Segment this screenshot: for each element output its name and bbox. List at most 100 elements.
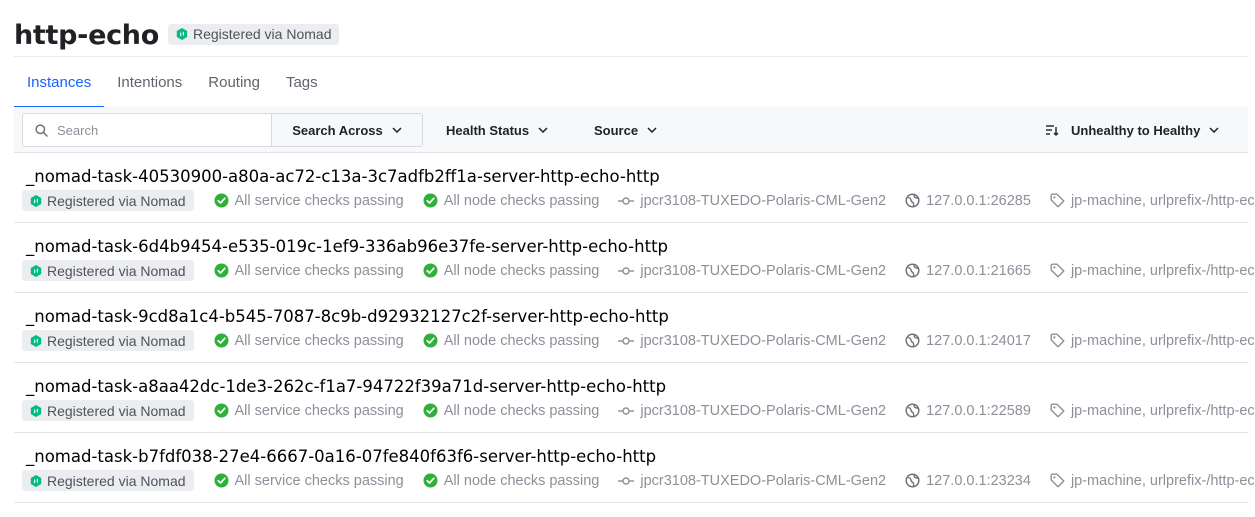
nomad-icon	[30, 404, 42, 417]
instance-tags: jp-machine, urlprefix-/http-echo	[1050, 193, 1255, 209]
instance-address: 127.0.0.1:24017	[905, 333, 1031, 349]
check-circle-icon	[423, 263, 438, 278]
node-name: jpcr3108-TUXEDO-Polaris-CML-Gen2	[618, 333, 886, 349]
instance-name[interactable]: _nomad-task-b7fdf038-27e4-6667-0a16-07fe…	[26, 447, 656, 466]
tab-instances[interactable]: Instances	[14, 57, 105, 109]
nomad-icon	[30, 264, 42, 277]
service-checks-label: All service checks passing	[234, 262, 404, 279]
health-status-dropdown[interactable]: Health Status	[446, 113, 548, 147]
node-name: jpcr3108-TUXEDO-Polaris-CML-Gen2	[618, 473, 886, 489]
source-badge-label: Registered via Nomad	[47, 192, 186, 209]
health-status-label: Health Status	[446, 122, 530, 138]
instance-name[interactable]: _nomad-task-6d4b9454-e535-019c-1ef9-336a…	[26, 237, 668, 256]
check-circle-icon	[214, 333, 229, 348]
node-checks-status: All node checks passing	[423, 192, 600, 209]
instance-name[interactable]: _nomad-task-40530900-a80a-ac72-c13a-3c7a…	[26, 167, 660, 186]
search-across-label: Search Across	[292, 122, 383, 138]
check-circle-icon	[423, 403, 438, 418]
instance-row[interactable]: _nomad-task-6d4b9454-e535-019c-1ef9-336a…	[14, 223, 1255, 293]
tag-icon	[1050, 193, 1065, 208]
service-checks-status: All service checks passing	[214, 263, 404, 279]
instance-address: 127.0.0.1:22589	[905, 403, 1031, 419]
git-commit-icon	[618, 336, 635, 345]
tab-routing[interactable]: Routing	[195, 57, 273, 108]
instance-meta: Registered via Nomad All service checks …	[22, 400, 1255, 421]
sort-dropdown[interactable]: Unhealthy to Healthy	[1045, 113, 1219, 147]
globe-icon	[905, 473, 920, 488]
node-checks-label: All node checks passing	[443, 332, 600, 349]
node-checks-status: All node checks passing	[423, 263, 599, 279]
tags-label: jp-machine, urlprefix-/http-echo	[1070, 332, 1255, 349]
node-name-label: jpcr3108-TUXEDO-Polaris-CML-Gen2	[640, 332, 887, 349]
service-checks-status: All service checks passing	[214, 333, 404, 349]
tag-icon	[1050, 263, 1065, 278]
source-badge-label: Registered via Nomad	[47, 262, 186, 279]
chevron-down-icon	[538, 127, 548, 133]
search-across-dropdown[interactable]: Search Across	[271, 113, 423, 147]
git-commit-icon	[618, 406, 635, 415]
node-name: jpcr3108-TUXEDO-Polaris-CML-Gen2	[618, 403, 886, 419]
tab-bar: Instances Intentions Routing Tags	[14, 56, 1248, 109]
address-label: 127.0.0.1:26285	[926, 192, 1031, 209]
nomad-icon	[30, 194, 42, 207]
source-dropdown[interactable]: Source	[594, 113, 657, 147]
check-circle-icon	[423, 333, 438, 348]
git-commit-icon	[618, 266, 635, 275]
check-circle-icon	[423, 193, 438, 208]
instance-list: _nomad-task-40530900-a80a-ac72-c13a-3c7a…	[14, 153, 1255, 503]
node-checks-status: All node checks passing	[423, 332, 600, 349]
node-checks-label: All node checks passing	[443, 402, 600, 419]
node-checks-label: All node checks passing	[443, 192, 600, 209]
nomad-icon	[30, 334, 42, 347]
nomad-icon	[30, 474, 42, 487]
instance-meta: Registered via Nomad All service checks …	[22, 190, 1255, 211]
source-badge: Registered via Nomad	[22, 470, 194, 491]
check-circle-icon	[214, 263, 229, 278]
filter-toolbar: Search Across Health Status Source Unhea…	[14, 107, 1248, 153]
tags-label: jp-machine, urlprefix-/http-echo	[1070, 472, 1255, 489]
globe-icon	[905, 263, 920, 278]
instance-meta: Registered via Nomad All service checks …	[22, 470, 1255, 491]
tab-tags[interactable]: Tags	[273, 57, 331, 108]
tags-label: jp-machine, urlprefix-/http-echo	[1070, 402, 1255, 419]
node-name: jpcr3108-TUXEDO-Polaris-CML-Gen2	[618, 263, 886, 279]
source-badge: Registered via Nomad	[22, 260, 194, 281]
sort-icon	[1046, 125, 1059, 136]
instance-row[interactable]: _nomad-task-40530900-a80a-ac72-c13a-3c7a…	[14, 153, 1255, 223]
service-checks-label: All service checks passing	[234, 192, 404, 209]
search-input[interactable]	[57, 122, 257, 138]
check-circle-icon	[423, 473, 438, 488]
node-name-label: jpcr3108-TUXEDO-Polaris-CML-Gen2	[640, 472, 887, 489]
address-label: 127.0.0.1:24017	[926, 332, 1031, 349]
instance-address: 127.0.0.1:23234	[905, 473, 1031, 489]
globe-icon	[905, 333, 920, 348]
source-label: Source	[594, 122, 639, 138]
instance-tags: jp-machine, urlprefix-/http-echo	[1050, 403, 1255, 419]
source-badge: Registered via Nomad	[22, 400, 194, 421]
chevron-down-icon	[647, 127, 657, 133]
node-name-label: jpcr3108-TUXEDO-Polaris-CML-Gen2	[640, 262, 887, 279]
globe-icon	[905, 193, 920, 208]
service-checks-status: All service checks passing	[214, 473, 404, 489]
globe-icon	[905, 403, 920, 418]
check-circle-icon	[214, 403, 229, 418]
instance-row[interactable]: _nomad-task-b7fdf038-27e4-6667-0a16-07fe…	[14, 433, 1255, 503]
tag-icon	[1050, 473, 1065, 488]
node-checks-label: All node checks passing	[443, 472, 600, 489]
address-label: 127.0.0.1:23234	[926, 472, 1031, 489]
service-checks-status: All service checks passing	[214, 193, 404, 209]
node-name: jpcr3108-TUXEDO-Polaris-CML-Gen2	[618, 193, 886, 209]
tab-intentions[interactable]: Intentions	[104, 57, 195, 108]
instance-name[interactable]: _nomad-task-a8aa42dc-1de3-262c-f1a7-9472…	[26, 377, 666, 396]
git-commit-icon	[618, 196, 635, 205]
instance-meta: Registered via Nomad All service checks …	[22, 260, 1255, 281]
service-checks-label: All service checks passing	[234, 332, 404, 349]
instance-row[interactable]: _nomad-task-9cd8a1c4-b545-7087-8c9b-d929…	[14, 293, 1255, 363]
instance-row[interactable]: _nomad-task-a8aa42dc-1de3-262c-f1a7-9472…	[14, 363, 1255, 433]
tags-label: jp-machine, urlprefix-/http-echo	[1070, 262, 1255, 279]
sort-label: Unhealthy to Healthy	[1071, 122, 1201, 138]
instance-name[interactable]: _nomad-task-9cd8a1c4-b545-7087-8c9b-d929…	[26, 307, 669, 326]
node-name-label: jpcr3108-TUXEDO-Polaris-CML-Gen2	[640, 402, 887, 419]
check-circle-icon	[214, 193, 229, 208]
source-badge: Registered via Nomad	[167, 23, 340, 45]
